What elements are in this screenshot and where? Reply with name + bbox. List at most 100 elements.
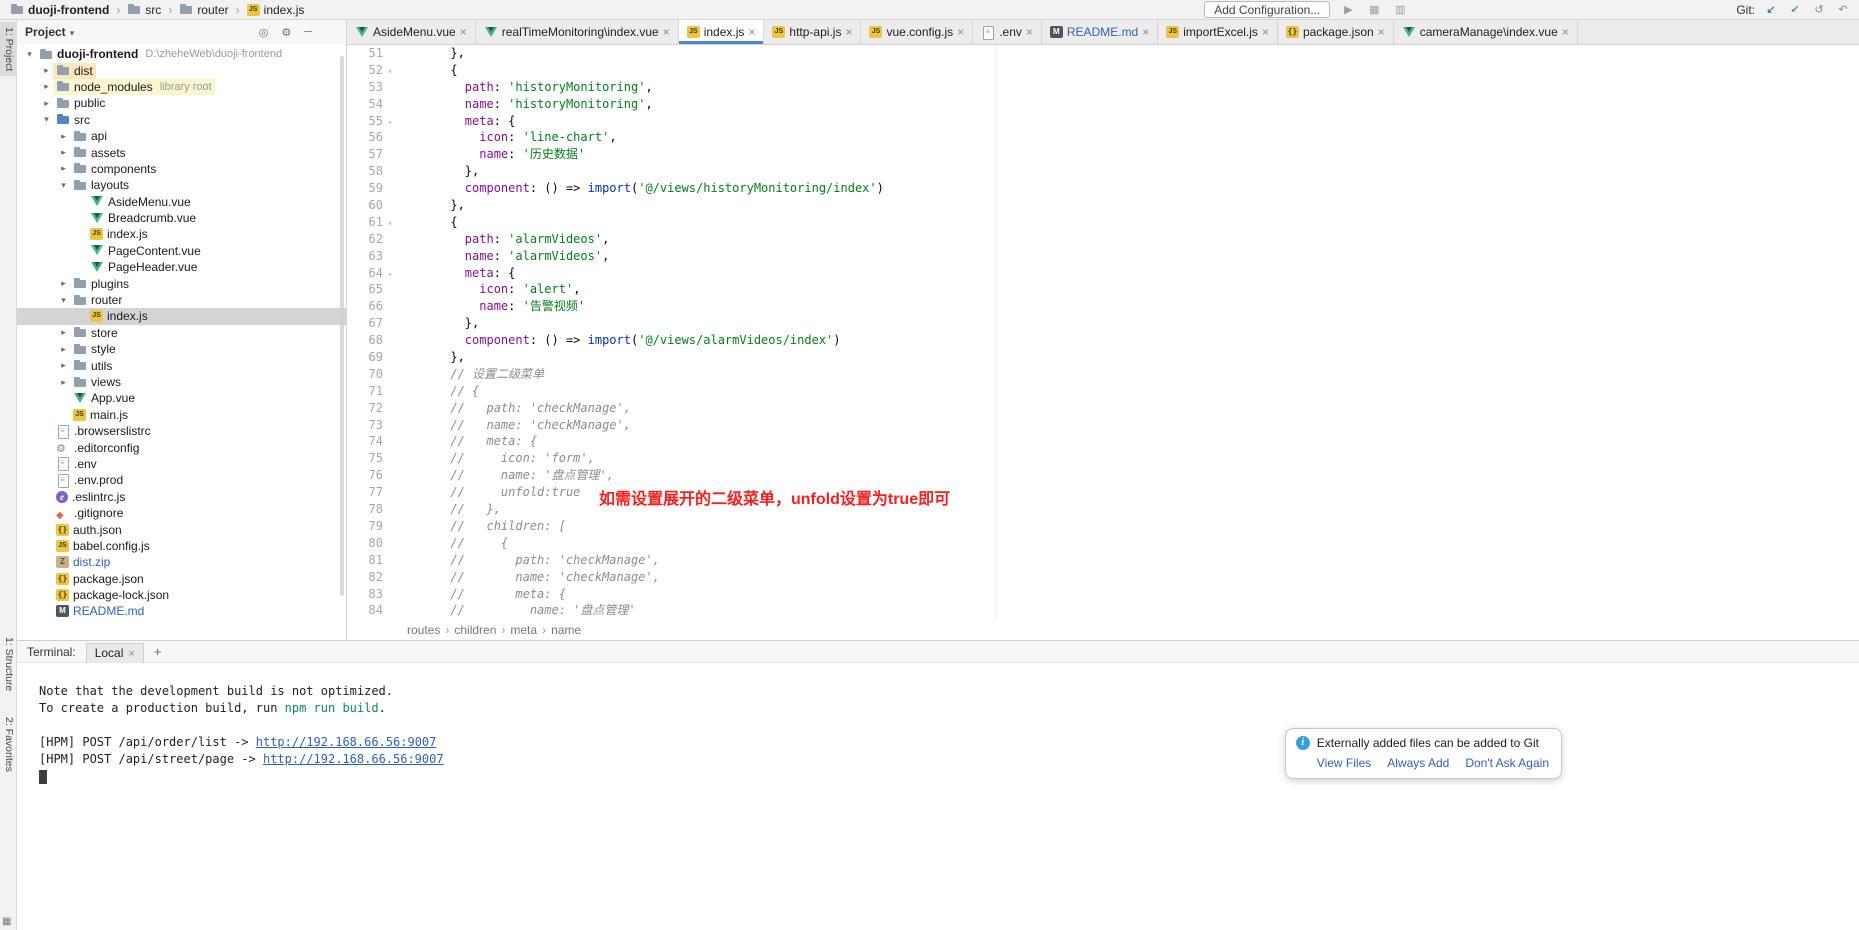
run-icon[interactable] bbox=[1340, 2, 1356, 18]
tree-item-components[interactable]: components bbox=[17, 161, 346, 177]
line-number[interactable]: 65 bbox=[347, 281, 383, 298]
breadcrumb-src[interactable]: src bbox=[125, 3, 163, 17]
tree-item-auth.json[interactable]: auth.json bbox=[17, 521, 346, 537]
terminal-tab-local[interactable]: Local bbox=[86, 643, 144, 663]
tree-item-breadcrumb.vue[interactable]: Breadcrumb.vue bbox=[17, 210, 346, 226]
line-number[interactable]: 84 bbox=[347, 602, 383, 619]
tree-item-router[interactable]: router bbox=[17, 292, 346, 308]
close-icon[interactable] bbox=[123, 646, 134, 660]
tree-item-dist.zip[interactable]: dist.zip bbox=[17, 554, 346, 570]
tree-item-node-modules[interactable]: node_moduleslibrary root bbox=[17, 79, 346, 95]
rollback-icon[interactable] bbox=[1835, 2, 1851, 18]
line-number[interactable]: 60 bbox=[347, 197, 383, 214]
tab-cameramanage-index.vue[interactable]: cameraManage\index.vue bbox=[1394, 20, 1578, 44]
view-files-button[interactable]: View Files bbox=[1317, 756, 1371, 770]
line-number[interactable]: 54 bbox=[347, 96, 383, 113]
tab-readme.md[interactable]: README.md bbox=[1042, 20, 1158, 44]
line-number[interactable]: 83 bbox=[347, 586, 383, 603]
tree-item-plugins[interactable]: plugins bbox=[17, 275, 346, 291]
tree-item-api[interactable]: api bbox=[17, 128, 346, 144]
hide-panel-icon[interactable] bbox=[304, 26, 312, 39]
settings-gear-icon[interactable] bbox=[281, 26, 291, 39]
breadcrumb-index.js[interactable]: index.js bbox=[245, 3, 307, 17]
tree-item-public[interactable]: public bbox=[17, 95, 346, 111]
tree-item-assets[interactable]: assets bbox=[17, 144, 346, 160]
tree-item-duoji-frontend[interactable]: duoji-frontendD:\zheheWeb\duoji-frontend bbox=[17, 46, 346, 62]
line-number[interactable]: 74 bbox=[347, 433, 383, 450]
breadcrumb-router[interactable]: router bbox=[177, 3, 230, 17]
chevron-down-icon[interactable] bbox=[40, 114, 53, 125]
line-number[interactable]: 57 bbox=[347, 146, 383, 163]
tree-item-dist[interactable]: dist bbox=[17, 62, 346, 78]
chevron-right-icon[interactable] bbox=[40, 65, 53, 76]
chevron-right-icon[interactable] bbox=[57, 131, 70, 142]
close-icon[interactable] bbox=[1258, 25, 1269, 39]
tab-.env[interactable]: .env bbox=[973, 20, 1042, 44]
line-number[interactable]: 73 bbox=[347, 417, 383, 434]
line-number[interactable]: 77 bbox=[347, 484, 383, 501]
close-icon[interactable] bbox=[1138, 25, 1149, 39]
tree-item-.editorconfig[interactable]: .editorconfig bbox=[17, 439, 346, 455]
chevron-right-icon[interactable] bbox=[40, 98, 53, 109]
tree-item-package-lock.json[interactable]: package-lock.json bbox=[17, 587, 346, 603]
fold-marker-icon[interactable] bbox=[383, 214, 397, 231]
tree-item-utils[interactable]: utils bbox=[17, 357, 346, 373]
line-number[interactable]: 72 bbox=[347, 400, 383, 417]
tree-item-pagecontent.vue[interactable]: PageContent.vue bbox=[17, 243, 346, 259]
line-number[interactable]: 78 bbox=[347, 501, 383, 518]
tree-scrollbar[interactable] bbox=[340, 56, 344, 596]
line-number[interactable]: 68 bbox=[347, 332, 383, 349]
line-number[interactable]: 69 bbox=[347, 349, 383, 366]
toolwindow-switcher-icon[interactable] bbox=[2, 916, 11, 927]
tree-item-app.vue[interactable]: App.vue bbox=[17, 390, 346, 406]
line-number[interactable]: 63 bbox=[347, 248, 383, 265]
close-icon[interactable] bbox=[456, 25, 467, 39]
close-icon[interactable] bbox=[659, 25, 670, 39]
terminal-link[interactable]: http://192.168.66.56:9007 bbox=[256, 735, 437, 749]
line-number[interactable]: 53 bbox=[347, 79, 383, 96]
project-panel-title[interactable]: Project bbox=[25, 25, 66, 39]
line-number[interactable]: 79 bbox=[347, 518, 383, 535]
terminal-link[interactable]: http://192.168.66.56:9007 bbox=[263, 752, 444, 766]
line-number[interactable]: 81 bbox=[347, 552, 383, 569]
line-number[interactable]: 64 bbox=[347, 265, 383, 282]
chevron-right-icon[interactable] bbox=[57, 147, 70, 158]
line-number[interactable]: 52 bbox=[347, 62, 383, 79]
close-icon[interactable] bbox=[744, 25, 755, 39]
new-terminal-icon[interactable] bbox=[154, 644, 162, 659]
close-icon[interactable] bbox=[1558, 25, 1569, 39]
tree-item-index.js[interactable]: index.js bbox=[17, 308, 346, 324]
line-number[interactable]: 59 bbox=[347, 180, 383, 197]
toolwindow-structure-button[interactable]: 1: Structure bbox=[0, 632, 17, 696]
line-number[interactable]: 75 bbox=[347, 450, 383, 467]
chevron-down-icon[interactable] bbox=[57, 295, 70, 306]
tree-item-readme.md[interactable]: README.md bbox=[17, 603, 346, 619]
line-number[interactable]: 62 bbox=[347, 231, 383, 248]
toolwindow-favorites-button[interactable]: 2: Favorites bbox=[0, 712, 17, 777]
line-number[interactable]: 66 bbox=[347, 298, 383, 315]
git-update-icon[interactable] bbox=[1763, 2, 1779, 18]
line-number[interactable]: 71 bbox=[347, 383, 383, 400]
line-number[interactable]: 70 bbox=[347, 366, 383, 383]
tree-item-layouts[interactable]: layouts bbox=[17, 177, 346, 193]
editor-breadcrumb-name[interactable]: name bbox=[551, 623, 581, 637]
close-icon[interactable] bbox=[1374, 25, 1385, 39]
chevron-right-icon[interactable] bbox=[57, 377, 70, 388]
build-icon[interactable] bbox=[1366, 2, 1382, 18]
tree-item-.env[interactable]: .env bbox=[17, 456, 346, 472]
tab-vue.config.js[interactable]: vue.config.js bbox=[861, 20, 973, 44]
tree-item-.browserslistrc[interactable]: .browserslistrc bbox=[17, 423, 346, 439]
line-number[interactable]: 82 bbox=[347, 569, 383, 586]
close-icon[interactable] bbox=[841, 25, 852, 39]
tree-item-.env.prod[interactable]: .env.prod bbox=[17, 472, 346, 488]
always-add-button[interactable]: Always Add bbox=[1387, 756, 1449, 770]
don-t-ask-again-button[interactable]: Don't Ask Again bbox=[1465, 756, 1549, 770]
tab-realtimemonitoring-index.vue[interactable]: realTimeMonitoring\index.vue bbox=[476, 20, 679, 44]
toolwindow-project-button[interactable]: 1: Project bbox=[0, 22, 17, 76]
chevron-right-icon[interactable] bbox=[57, 360, 70, 371]
close-icon[interactable] bbox=[953, 25, 964, 39]
tree-item-store[interactable]: store bbox=[17, 325, 346, 341]
breadcrumb-duoji-frontend[interactable]: duoji-frontend bbox=[8, 3, 111, 17]
editor-breadcrumb-routes[interactable]: routes bbox=[407, 623, 440, 637]
tree-item-pageheader.vue[interactable]: PageHeader.vue bbox=[17, 259, 346, 275]
